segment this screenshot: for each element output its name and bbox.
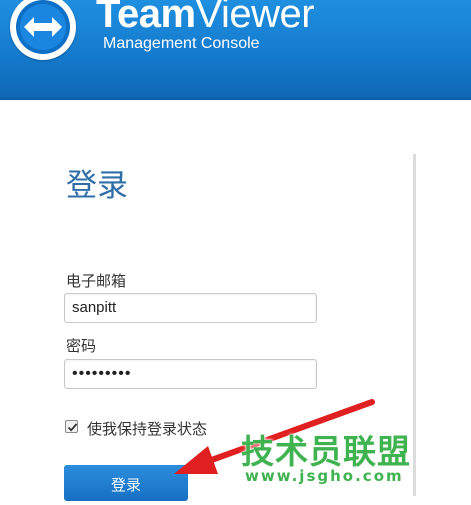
email-label: 电子邮箱 — [66, 272, 127, 290]
email-field[interactable]: sanpitt — [64, 293, 317, 323]
watermark-text: 技术员联盟 — [241, 432, 411, 471]
watermark: 技术员联盟 www.jsgho.com — [241, 425, 431, 491]
brand-name-bold: Team — [96, 0, 196, 36]
brand-name: TeamViewer — [96, 0, 315, 37]
remember-me-label[interactable]: 使我保持登录状态 — [87, 418, 207, 439]
brand-subtitle: Management Console — [103, 35, 260, 52]
teamviewer-logo-icon — [16, 0, 70, 54]
app-header: TeamViewer Management Console — [0, 0, 471, 100]
page-title: 登录 — [66, 168, 128, 204]
checkmark-icon — [67, 423, 78, 432]
brand-name-light: Viewer — [195, 0, 315, 36]
password-label: 密码 — [66, 337, 97, 355]
watermark-url: www.jsgho.com — [245, 467, 404, 485]
teamviewer-logo — [10, 0, 76, 60]
password-field[interactable]: ••••••••• — [64, 359, 317, 389]
remember-me-checkbox[interactable] — [65, 420, 78, 433]
